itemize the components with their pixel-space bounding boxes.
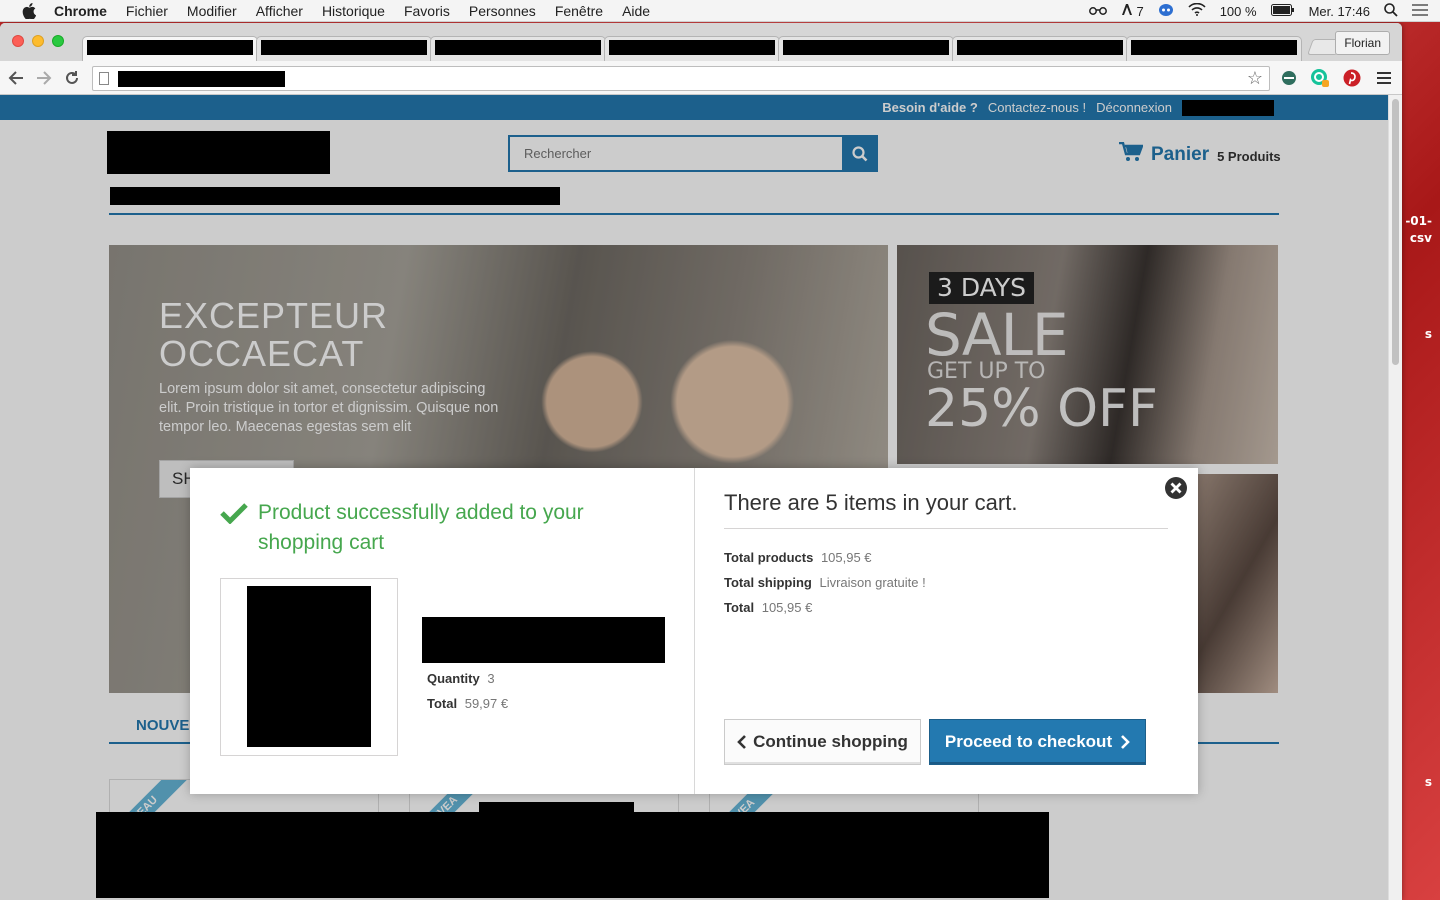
product-total-value: 59,97 € <box>464 696 509 711</box>
page-scrollbar[interactable] <box>1388 95 1402 900</box>
browser-tab[interactable] <box>256 36 432 61</box>
continue-shopping-button[interactable]: Continue shopping <box>724 719 921 765</box>
quantity-row: Quantity 3 <box>427 671 495 686</box>
chevron-left-icon <box>737 735 746 749</box>
checkout-label: Proceed to checkout <box>944 732 1113 751</box>
browser-tab[interactable] <box>604 36 780 61</box>
evernote-icon[interactable] <box>1158 3 1174 20</box>
grand-total-value: 105,95 € <box>761 600 813 615</box>
wifi-icon[interactable] <box>1188 2 1206 19</box>
product-thumbnail <box>220 578 398 756</box>
total-shipping-value: Livraison gratuite ! <box>819 575 926 590</box>
redacted-product-image <box>247 586 371 747</box>
cart-items-title: There are 5 items in your cart. <box>724 490 1168 529</box>
apple-icon[interactable] <box>20 2 38 19</box>
grammarly-icon[interactable] <box>1310 68 1330 88</box>
redacted-tab-title <box>261 40 427 55</box>
menu-aide[interactable]: Aide <box>622 3 650 19</box>
continue-shopping-label: Continue shopping <box>753 732 908 751</box>
adobe-badge-count: 7 <box>1136 3 1144 19</box>
total-products-value: 105,95 € <box>820 550 872 565</box>
menu-personnes[interactable]: Personnes <box>469 3 536 19</box>
extension-icon[interactable] <box>1279 68 1299 88</box>
grand-total-row: Total 105,95 € <box>724 600 812 615</box>
proceed-to-checkout-button[interactable]: Proceed to checkout <box>929 719 1146 765</box>
redacted-url <box>118 71 285 87</box>
address-bar[interactable]: ☆ <box>92 66 1270 91</box>
menu-modifier[interactable]: Modifier <box>187 3 237 19</box>
browser-tab[interactable] <box>82 36 258 61</box>
glasses-icon[interactable] <box>1089 4 1108 19</box>
menu-fichier[interactable]: Fichier <box>126 3 168 19</box>
desktop-file-label: s <box>1424 775 1432 789</box>
adobe-status[interactable]: 7 <box>1121 3 1144 19</box>
minimize-window-button[interactable] <box>32 35 44 47</box>
desktop-file-label: -01- <box>1405 214 1432 228</box>
total-products-label: Total products <box>724 550 814 565</box>
menu-afficher[interactable]: Afficher <box>256 3 303 19</box>
browser-tab[interactable] <box>430 36 606 61</box>
bookmark-star-icon[interactable]: ☆ <box>1247 68 1263 89</box>
back-arrow-icon <box>8 70 23 85</box>
redacted-tab-title <box>87 40 253 55</box>
checkmark-icon <box>220 503 248 524</box>
total-shipping-row: Total shipping Livraison gratuite ! <box>724 575 926 590</box>
battery-icon[interactable] <box>1270 3 1295 19</box>
reload-icon <box>66 70 78 84</box>
window-controls <box>12 35 64 47</box>
browser-toolbar: ☆ <box>0 61 1402 95</box>
redacted-region <box>96 812 1049 898</box>
redacted-product-name <box>422 617 665 663</box>
success-message-text: Product successfully added to your shopp… <box>258 501 584 554</box>
product-total-row: Total 59,97 € <box>427 696 508 711</box>
chrome-menu-icon[interactable] <box>1374 68 1394 88</box>
menu-app-name[interactable]: Chrome <box>54 3 107 19</box>
page-icon <box>99 72 109 85</box>
modal-product-panel: Product successfully added to your shopp… <box>190 468 695 794</box>
battery-percent: 100 % <box>1219 3 1257 19</box>
adobe-icon <box>1121 3 1133 19</box>
scrollbar-thumb[interactable] <box>1392 99 1399 365</box>
redacted-tab-title <box>435 40 601 55</box>
close-modal-button[interactable] <box>1164 476 1188 500</box>
quantity-value: 3 <box>487 671 495 686</box>
forward-button[interactable] <box>32 66 56 90</box>
redacted-tab-title <box>957 40 1123 55</box>
notification-center-icon[interactable] <box>1412 3 1428 19</box>
close-icon <box>1165 477 1187 499</box>
menu-favoris[interactable]: Favoris <box>404 3 450 19</box>
total-shipping-label: Total shipping <box>724 575 812 590</box>
redacted-tab-title <box>783 40 949 55</box>
browser-tab[interactable] <box>952 36 1128 61</box>
chevron-right-icon <box>1121 735 1130 749</box>
product-total-label: Total <box>427 696 458 711</box>
menu-fenetre[interactable]: Fenêtre <box>555 3 603 19</box>
add-to-cart-modal: Product successfully added to your shopp… <box>190 468 1198 794</box>
macos-menubar: Chrome Fichier Modifier Afficher Histori… <box>0 0 1440 22</box>
zoom-window-button[interactable] <box>52 35 64 47</box>
back-button[interactable] <box>4 66 28 90</box>
browser-tab[interactable] <box>778 36 954 61</box>
reload-button[interactable] <box>60 66 84 90</box>
tab-strip: Florian <box>0 23 1402 61</box>
spotlight-search-icon[interactable] <box>1384 2 1398 20</box>
browser-tab[interactable] <box>1126 36 1302 61</box>
success-message: Product successfully added to your shopp… <box>220 498 650 558</box>
close-window-button[interactable] <box>12 35 24 47</box>
menu-historique[interactable]: Historique <box>322 3 385 19</box>
total-products-row: Total products 105,95 € <box>724 550 872 565</box>
desktop-file-label: csv <box>1409 231 1432 245</box>
forward-arrow-icon <box>37 70 52 85</box>
grand-total-label: Total <box>724 600 755 615</box>
pinterest-icon[interactable] <box>1342 68 1362 88</box>
redacted-tab-title <box>609 40 775 55</box>
quantity-label: Quantity <box>427 671 480 686</box>
profile-button[interactable]: Florian <box>1335 31 1390 55</box>
modal-cart-panel: There are 5 items in your cart. Total pr… <box>724 468 1168 794</box>
clock[interactable]: Mer. 17:46 <box>1309 4 1370 19</box>
desktop-file-label: s <box>1424 327 1432 341</box>
redacted-tab-title <box>1131 40 1297 55</box>
page-viewport: Besoin d'aide ? Contactez-nous ! Déconne… <box>0 95 1388 900</box>
